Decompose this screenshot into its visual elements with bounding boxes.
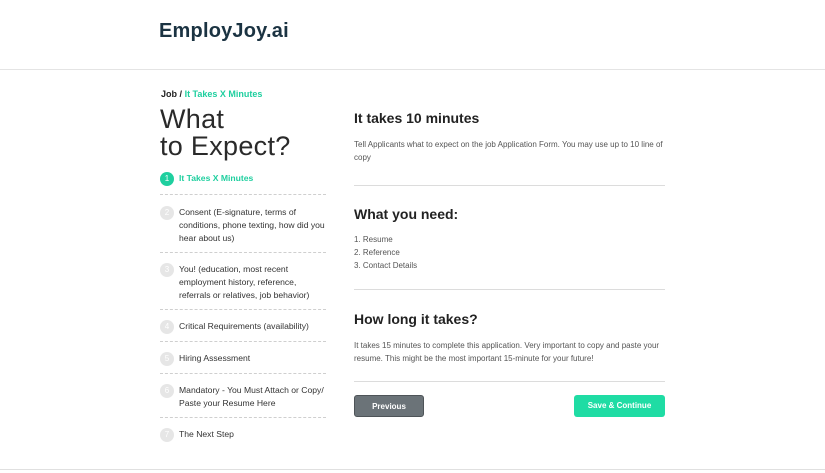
page-title: What to Expect?	[160, 106, 340, 160]
footer-divider	[0, 469, 825, 470]
step-item[interactable]: 6 Mandatory - You Must Attach or Copy/ P…	[160, 374, 326, 418]
step-item[interactable]: 3 You! (education, most recent employmen…	[160, 253, 326, 310]
breadcrumb-current: It Takes X Minutes	[184, 89, 263, 99]
section-title: What you need:	[354, 206, 459, 222]
duration-section: How long it takes? It takes 15 minutes t…	[354, 290, 665, 382]
step-item[interactable]: 7 The Next Step	[160, 418, 326, 448]
list-item: 3. Contact Details	[354, 261, 418, 270]
requirements-section: What you need: 1. Resume 2. Reference 3.…	[354, 186, 665, 290]
page-title-line-2: to Expect?	[160, 131, 291, 161]
time-section: It takes 10 minutes Tell Applicants what…	[354, 110, 665, 186]
breadcrumb-parent[interactable]: Job	[161, 89, 177, 99]
main-content: It takes 10 minutes Tell Applicants what…	[354, 106, 665, 382]
step-label: Mandatory - You Must Attach or Copy/ Pas…	[179, 385, 324, 408]
breadcrumb-separator: /	[179, 89, 183, 99]
breadcrumb: Job / It Takes X Minutes	[161, 89, 262, 99]
step-item[interactable]: 5 Hiring Assessment	[160, 342, 326, 374]
section-body: It takes 15 minutes to complete this app…	[354, 341, 660, 363]
step-number-badge: 6	[160, 384, 174, 398]
section-title: How long it takes?	[354, 311, 478, 327]
step-number-badge: 5	[160, 352, 174, 366]
step-item[interactable]: 4 Critical Requirements (availability)	[160, 310, 326, 342]
step-item[interactable]: 2 Consent (E-signature, terms of conditi…	[160, 195, 326, 253]
step-number-badge: 2	[160, 206, 174, 220]
step-label: You! (education, most recent employment …	[179, 264, 310, 300]
save-continue-button[interactable]: Save & Continue	[574, 395, 665, 417]
step-number-badge: 4	[160, 320, 174, 334]
page-title-line-1: What	[160, 104, 225, 134]
step-number-badge: 1	[160, 172, 174, 186]
step-label: The Next Step	[179, 429, 234, 439]
list-item: 2. Reference	[354, 248, 400, 257]
step-label: Hiring Assessment	[179, 353, 251, 363]
step-label: Critical Requirements (availability)	[179, 321, 309, 331]
list-item: 1. Resume	[354, 235, 393, 244]
section-body: Tell Applicants what to expect on the jo…	[354, 140, 663, 162]
site-header: EmployJoy.ai	[0, 0, 825, 70]
step-label: Consent (E-signature, terms of condition…	[179, 207, 325, 243]
logo[interactable]: EmployJoy.ai	[159, 20, 289, 43]
step-label: It Takes X Minutes	[179, 173, 254, 183]
previous-button[interactable]: Previous	[354, 395, 424, 417]
step-list: 1 It Takes X Minutes 2 Consent (E-signat…	[160, 170, 326, 448]
step-number-badge: 3	[160, 263, 174, 277]
section-title: It takes 10 minutes	[354, 110, 480, 126]
step-number-badge: 7	[160, 428, 174, 442]
requirements-list: 1. Resume 2. Reference 3. Contact Detail…	[354, 233, 665, 272]
step-item[interactable]: 1 It Takes X Minutes	[160, 170, 326, 195]
